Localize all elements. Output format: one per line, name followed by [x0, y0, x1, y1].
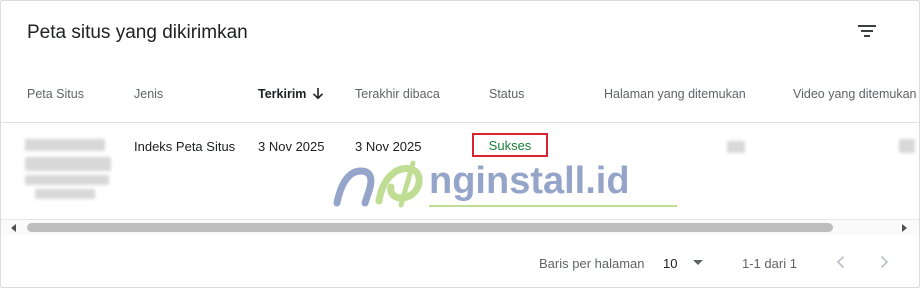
card-title: Peta situs yang dikirimkan — [27, 22, 248, 43]
status-highlight: Sukses — [472, 133, 548, 157]
chevron-right-icon — [880, 255, 889, 269]
horizontal-scrollbar[interactable] — [1, 219, 919, 235]
table-row[interactable]: Indeks Peta Situs 3 Nov 2025 3 Nov 2025 … — [1, 123, 919, 219]
scroll-left-icon[interactable] — [9, 223, 19, 233]
column-header-peta-situs[interactable]: Peta Situs — [27, 87, 84, 101]
cell-terakhir-dibaca: 3 Nov 2025 — [355, 139, 422, 154]
cell-jenis: Indeks Peta Situs — [134, 139, 236, 154]
status-badge: Sukses — [488, 137, 532, 153]
column-header-jenis[interactable]: Jenis — [134, 87, 163, 101]
cell-terkirim: 3 Nov 2025 — [258, 139, 325, 154]
column-header-terkirim[interactable]: Terkirim — [258, 87, 324, 101]
sitemaps-card: Peta situs yang dikirimkan Peta Situs Je… — [0, 0, 920, 288]
chevron-down-icon[interactable] — [692, 259, 704, 267]
column-header-terkirim-label: Terkirim — [258, 87, 307, 101]
rows-per-page-select[interactable]: 10 — [663, 256, 677, 271]
cell-video-redacted — [899, 139, 915, 153]
column-header-terakhir-dibaca[interactable]: Terakhir dibaca — [355, 87, 440, 101]
column-header-status[interactable]: Status — [489, 87, 524, 101]
scrollbar-thumb[interactable] — [27, 223, 833, 232]
scroll-right-icon[interactable] — [899, 223, 909, 233]
next-page-button[interactable] — [874, 252, 894, 272]
pagination-range: 1-1 dari 1 — [742, 256, 797, 271]
column-header-video[interactable]: Video yang ditemukan — [793, 87, 916, 101]
arrow-down-icon — [313, 88, 324, 100]
previous-page-button[interactable] — [831, 252, 851, 272]
rows-per-page-label: Baris per halaman — [539, 256, 645, 271]
chevron-left-icon — [836, 255, 845, 269]
filter-list-icon — [858, 25, 876, 37]
pagination-footer: Baris per halaman 10 1-1 dari 1 — [1, 237, 919, 287]
cell-halaman-redacted — [727, 141, 745, 153]
column-header-halaman[interactable]: Halaman yang ditemukan — [604, 87, 746, 101]
filter-button[interactable] — [853, 17, 881, 45]
table-header: Peta Situs Jenis Terkirim Terakhir dibac… — [1, 67, 919, 123]
